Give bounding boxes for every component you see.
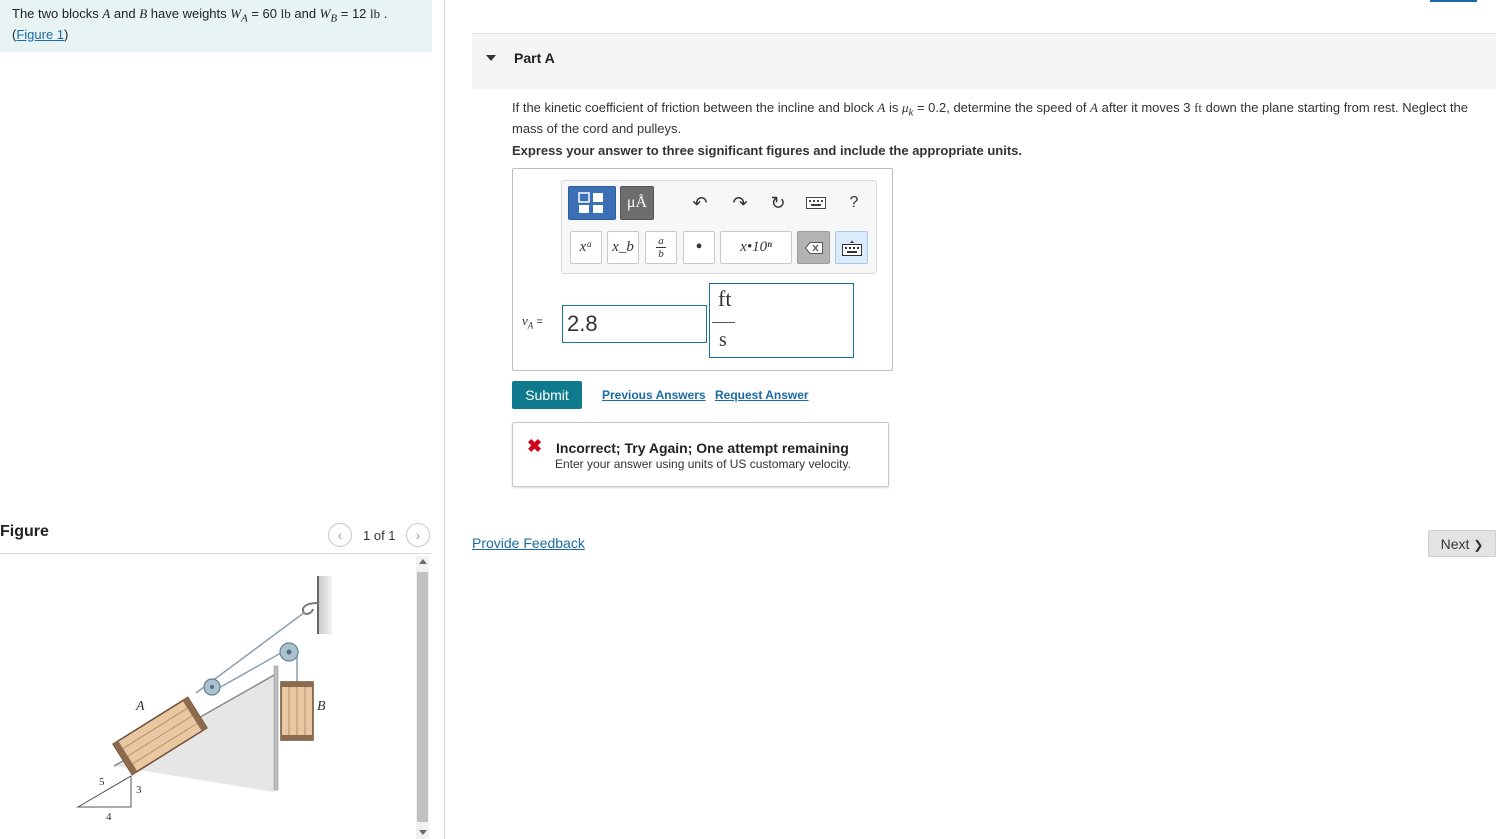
part-title: Part A (514, 50, 555, 66)
next-button[interactable]: Next ❯ (1428, 530, 1496, 557)
wall (318, 576, 332, 634)
block-b (280, 681, 314, 741)
answer-value-input[interactable]: 2.8 (562, 305, 707, 343)
block-b-symbol: B (139, 6, 148, 21)
scroll-down-arrow[interactable] (419, 830, 427, 835)
weight-a-value: = 60 (247, 6, 281, 21)
unit-fraction-bar (712, 322, 735, 323)
scroll-thumb[interactable] (417, 572, 428, 822)
figure-link[interactable]: Figure 1 (16, 27, 64, 42)
keyboard-toggle-icon (841, 240, 862, 256)
label-slope-3: 3 (136, 784, 142, 796)
slope-triangle (76, 775, 132, 808)
panel-divider (444, 0, 445, 839)
request-answer-link[interactable]: Request Answer (715, 388, 809, 402)
figure-header: Figure ‹ 1 of 1 › (0, 520, 432, 554)
incline-pulley-diagram: A B 5 3 4 (76, 576, 332, 823)
label-block-a: A (135, 699, 145, 714)
undo-icon[interactable]: ↶ (688, 191, 712, 215)
figure-prev-button[interactable]: ‹ (328, 523, 352, 547)
part-a-header[interactable]: Part A (472, 33, 1496, 89)
unit-denominator: s (719, 329, 727, 351)
figure-title: Figure (0, 523, 49, 540)
figure-image: A B 5 3 4 (0, 556, 414, 839)
figure-scrollbar[interactable] (416, 556, 429, 839)
weight-a-symbol: W (230, 6, 242, 21)
feedback-title: Incorrect; Try Again; One attempt remain… (556, 440, 849, 456)
backspace-icon (804, 241, 823, 254)
label-slope-4: 4 (106, 811, 112, 823)
keyboard-icon[interactable] (804, 191, 828, 215)
scientific-notation-button[interactable]: x•10ⁿ (720, 231, 792, 264)
problem-text: The two blocks (12, 6, 103, 21)
collapse-caret-icon[interactable] (486, 55, 496, 61)
reset-icon[interactable]: ↻ (766, 191, 790, 215)
weight-b-value: = 12 (337, 6, 371, 21)
answer-unit-input[interactable]: ft s (709, 283, 854, 358)
previous-answers-link[interactable]: Previous Answers (602, 388, 706, 402)
help-icon[interactable]: ? (842, 191, 866, 215)
question-text: If the kinetic coefficient of friction b… (512, 100, 1468, 136)
label-slope-5: 5 (99, 776, 105, 788)
weight-b-symbol: W (319, 6, 331, 21)
instruction-text: Express your answer to three significant… (512, 143, 1022, 158)
templates-button[interactable] (568, 186, 616, 220)
figure-count: 1 of 1 (363, 528, 396, 543)
provide-feedback-link[interactable]: Provide Feedback (472, 535, 585, 551)
redo-icon[interactable]: ↷ (728, 191, 752, 215)
figure-next-button[interactable]: › (406, 523, 430, 547)
feedback-panel: ✖ Incorrect; Try Again; One attempt rema… (512, 422, 889, 487)
units-button[interactable]: μÅ (620, 186, 654, 220)
incorrect-icon: ✖ (527, 436, 543, 456)
keyboard-toggle-button[interactable] (835, 231, 868, 264)
problem-statement: The two blocks A and B have weights WA =… (0, 0, 432, 52)
multiply-dot-button[interactable]: • (683, 231, 715, 264)
backspace-button[interactable] (797, 231, 830, 264)
answer-variable-label: vA = (522, 313, 543, 331)
support-post (273, 665, 279, 791)
math-toolbar: μÅ ↶ ↷ ↻ ? xᵃ x_b a b • x•10ⁿ (561, 180, 877, 274)
submit-button[interactable]: Submit (512, 381, 582, 409)
templates-icon (578, 192, 603, 213)
unit-numerator: ft (718, 286, 732, 311)
scroll-up-arrow[interactable] (419, 559, 427, 564)
label-block-b: B (317, 699, 326, 714)
feedback-message: Enter your answer using units of US cust… (555, 457, 851, 471)
chevron-right-icon: ❯ (1473, 537, 1484, 552)
superscript-button[interactable]: xᵃ (570, 231, 602, 264)
subscript-button[interactable]: x_b (607, 231, 639, 264)
top-accent-rule (1430, 0, 1477, 2)
fraction-button[interactable]: a b (645, 231, 677, 264)
